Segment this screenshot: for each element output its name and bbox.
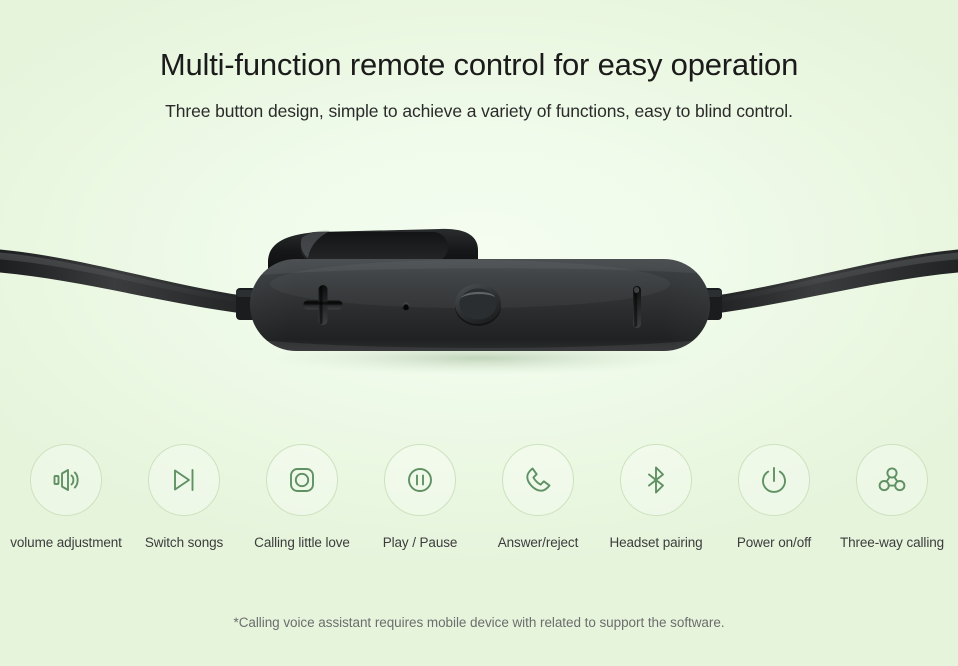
feature-label: Answer/reject — [497, 535, 579, 550]
microphone-hole — [402, 302, 410, 311]
volume-icon — [30, 444, 102, 516]
feature-label: Play / Pause — [382, 535, 458, 550]
feature-label: Switch songs — [144, 535, 224, 550]
feature-item-headset-pairing[interactable]: Headset pairing — [604, 444, 708, 550]
power-icon — [738, 444, 810, 516]
cable-right — [696, 249, 958, 320]
feature-label: Power on/off — [736, 535, 812, 550]
page-subtitle: Three button design, simple to achieve a… — [165, 100, 793, 121]
feature-item-answer-reject[interactable]: Answer/reject — [486, 444, 590, 550]
feature-list: volume adjustment Switch songs Calling l… — [0, 444, 958, 550]
voice-assistant-icon — [266, 444, 338, 516]
page-title: Multi-function remote control for easy o… — [159, 47, 799, 82]
feature-label: Three-way calling — [839, 535, 945, 550]
feature-label: volume adjustment — [10, 535, 122, 550]
play-pause-icon — [384, 444, 456, 516]
volume-down-control — [633, 286, 641, 328]
footnote: *Calling voice assistant requires mobile… — [233, 615, 725, 630]
phone-icon — [502, 444, 574, 516]
feature-label: Headset pairing — [609, 535, 703, 550]
feature-item-play-pause[interactable]: Play / Pause — [368, 444, 472, 550]
cable-left — [0, 249, 262, 320]
center-multifunction-button — [455, 284, 501, 326]
three-way-calling-icon — [856, 444, 928, 516]
bluetooth-icon — [620, 444, 692, 516]
feature-item-power-on-off[interactable]: Power on/off — [722, 444, 826, 550]
header: Multi-function remote control for easy o… — [0, 46, 958, 122]
feature-item-calling-little-love[interactable]: Calling little love — [250, 444, 354, 550]
feature-item-switch-songs[interactable]: Switch songs — [132, 444, 236, 550]
feature-item-three-way-calling[interactable]: Three-way calling — [840, 444, 944, 550]
remote-body — [250, 259, 710, 351]
page-root: Multi-function remote control for easy o… — [0, 0, 958, 666]
feature-item-volume-adjustment[interactable]: volume adjustment — [10, 444, 122, 550]
skip-next-icon — [148, 444, 220, 516]
feature-label: Calling little love — [254, 535, 350, 550]
product-image — [0, 218, 958, 398]
